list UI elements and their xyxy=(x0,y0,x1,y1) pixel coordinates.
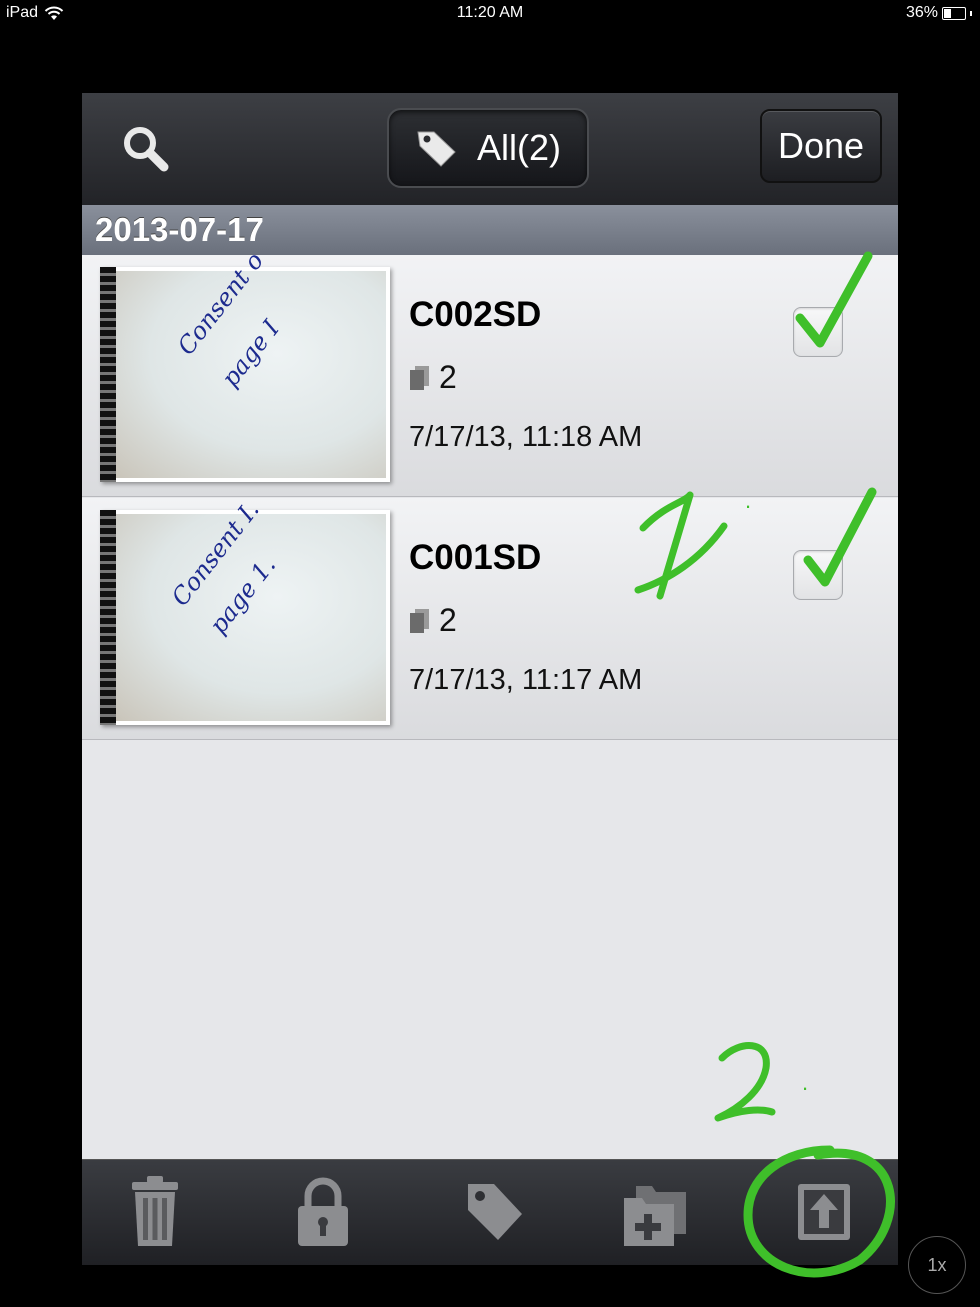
page-count-value: 2 xyxy=(439,359,457,395)
top-toolbar: All(2) Done xyxy=(82,93,898,206)
document-date: 7/17/13, 11:18 AM xyxy=(409,421,643,453)
date-section-header: 2013-07-17 xyxy=(82,205,898,255)
done-button[interactable]: Done xyxy=(760,109,882,183)
bottom-toolbar xyxy=(82,1159,898,1265)
select-checkbox[interactable] xyxy=(793,307,843,357)
magnifier-icon xyxy=(124,127,169,172)
document-name: C002SD xyxy=(409,295,542,334)
document-name: C001SD xyxy=(409,538,542,577)
battery-percent: 36% xyxy=(905,4,938,21)
pages-icon xyxy=(410,365,429,390)
document-row[interactable]: Consent o page I C002SD 2 7/17/13, 11:18… xyxy=(82,247,898,497)
tag-icon xyxy=(417,131,456,167)
lock-icon xyxy=(298,1177,348,1246)
tag-icon xyxy=(468,1184,522,1240)
export-button[interactable] xyxy=(788,1174,858,1250)
status-time: 11:20 AM xyxy=(456,4,524,21)
battery-indicator: 36% xyxy=(906,4,972,22)
tag-button[interactable] xyxy=(460,1174,530,1250)
lock-button[interactable] xyxy=(288,1174,358,1250)
delete-button[interactable] xyxy=(120,1174,190,1250)
document-browser: All(2) Done 2013-07-17 Consent o page I … xyxy=(82,93,898,1265)
page-count-value: 2 xyxy=(439,602,457,638)
tag-filter-button[interactable]: All(2) xyxy=(387,108,589,188)
search-button[interactable] xyxy=(120,123,172,175)
document-thumbnail[interactable]: Consent I. page 1. xyxy=(100,496,390,725)
document-row[interactable]: Consent I. page 1. C001SD 2 7/17/13, 11:… xyxy=(82,496,898,740)
thumbnail-page: Consent o page I xyxy=(114,247,386,478)
document-date: 7/17/13, 11:17 AM xyxy=(409,664,643,696)
thumbnail-handwriting: page I xyxy=(216,314,286,393)
new-folder-button[interactable] xyxy=(620,1174,690,1250)
filter-label: All(2) xyxy=(476,127,561,168)
playback-speed-badge[interactable]: 1x xyxy=(908,1236,966,1294)
battery-icon xyxy=(942,6,966,20)
select-checkbox[interactable] xyxy=(793,550,843,600)
status-bar: iPad 11:20 AM 36% xyxy=(0,0,980,28)
document-thumbnail[interactable]: Consent o page I xyxy=(100,247,390,482)
export-icon xyxy=(798,1184,850,1240)
thumbnail-page: Consent I. page 1. xyxy=(114,496,386,721)
spiral-binding xyxy=(100,267,116,482)
trash-icon xyxy=(132,1176,178,1246)
new-folder-icon xyxy=(624,1186,686,1246)
pages-icon xyxy=(410,608,429,633)
page-count: 2 xyxy=(409,602,457,639)
spiral-binding xyxy=(100,510,116,725)
page-count: 2 xyxy=(409,359,457,396)
